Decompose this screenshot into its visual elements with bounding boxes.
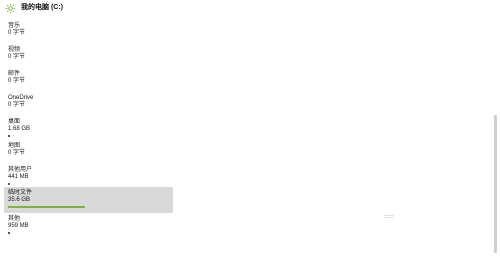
usage-bar-fill (8, 232, 10, 234)
usage-bar-fill (8, 206, 85, 208)
drag-handle-icon (384, 215, 394, 218)
item-size: 441 MB (8, 174, 29, 180)
storage-item-mail[interactable]: 邮件 0 字节 (4, 68, 173, 94)
page-title: 我的电脑 (C:) (21, 4, 63, 11)
item-label: 其他用户 (8, 167, 33, 173)
item-size: 1.68 GB (8, 126, 31, 132)
usage-bar (8, 135, 85, 137)
item-size: 35.6 GB (8, 197, 31, 203)
vertical-scrollbar[interactable] (490, 17, 500, 256)
storage-item-maps[interactable]: 地图 0 字节 (4, 140, 173, 166)
item-label: 桌面 (8, 119, 21, 125)
item-size: 0 字节 (8, 54, 26, 60)
storage-item-onedrive[interactable]: OneDrive 0 字节 (4, 92, 173, 118)
usage-bar (8, 206, 85, 208)
item-label: 其他 (8, 216, 21, 222)
storage-item-music[interactable]: 音乐 0 字节 (4, 20, 173, 46)
item-size: 0 字节 (8, 150, 26, 156)
storage-window: 我的电脑 (C:) 音乐 0 字节 视频 0 字节 邮件 0 字节 OneDri… (0, 0, 500, 256)
item-size: 959 MB (8, 223, 29, 229)
usage-bar (8, 232, 85, 234)
item-label: 地图 (8, 143, 21, 149)
storage-item-desktop[interactable]: 桌面 1.68 GB (4, 116, 173, 142)
usage-bar (8, 183, 85, 185)
scrollbar-thumb[interactable] (494, 115, 497, 253)
storage-item-temp-files[interactable]: 临时文件 35.6 GB (4, 187, 173, 213)
item-size: 0 字节 (8, 30, 26, 36)
storage-item-other[interactable]: 其他 959 MB (4, 213, 173, 239)
item-size: 0 字节 (8, 102, 26, 108)
item-label: 邮件 (8, 71, 21, 77)
usage-bar-fill (8, 135, 10, 137)
usage-bar-fill (8, 183, 10, 185)
title-bar: 我的电脑 (C:) (0, 0, 500, 17)
item-label: 音乐 (8, 23, 21, 29)
item-label: 视频 (8, 47, 21, 53)
storage-item-videos[interactable]: 视频 0 字节 (4, 44, 173, 70)
item-label: 临时文件 (8, 190, 33, 196)
item-label: OneDrive (8, 95, 34, 101)
gear-icon (5, 3, 16, 14)
item-size: 0 字节 (8, 78, 26, 84)
